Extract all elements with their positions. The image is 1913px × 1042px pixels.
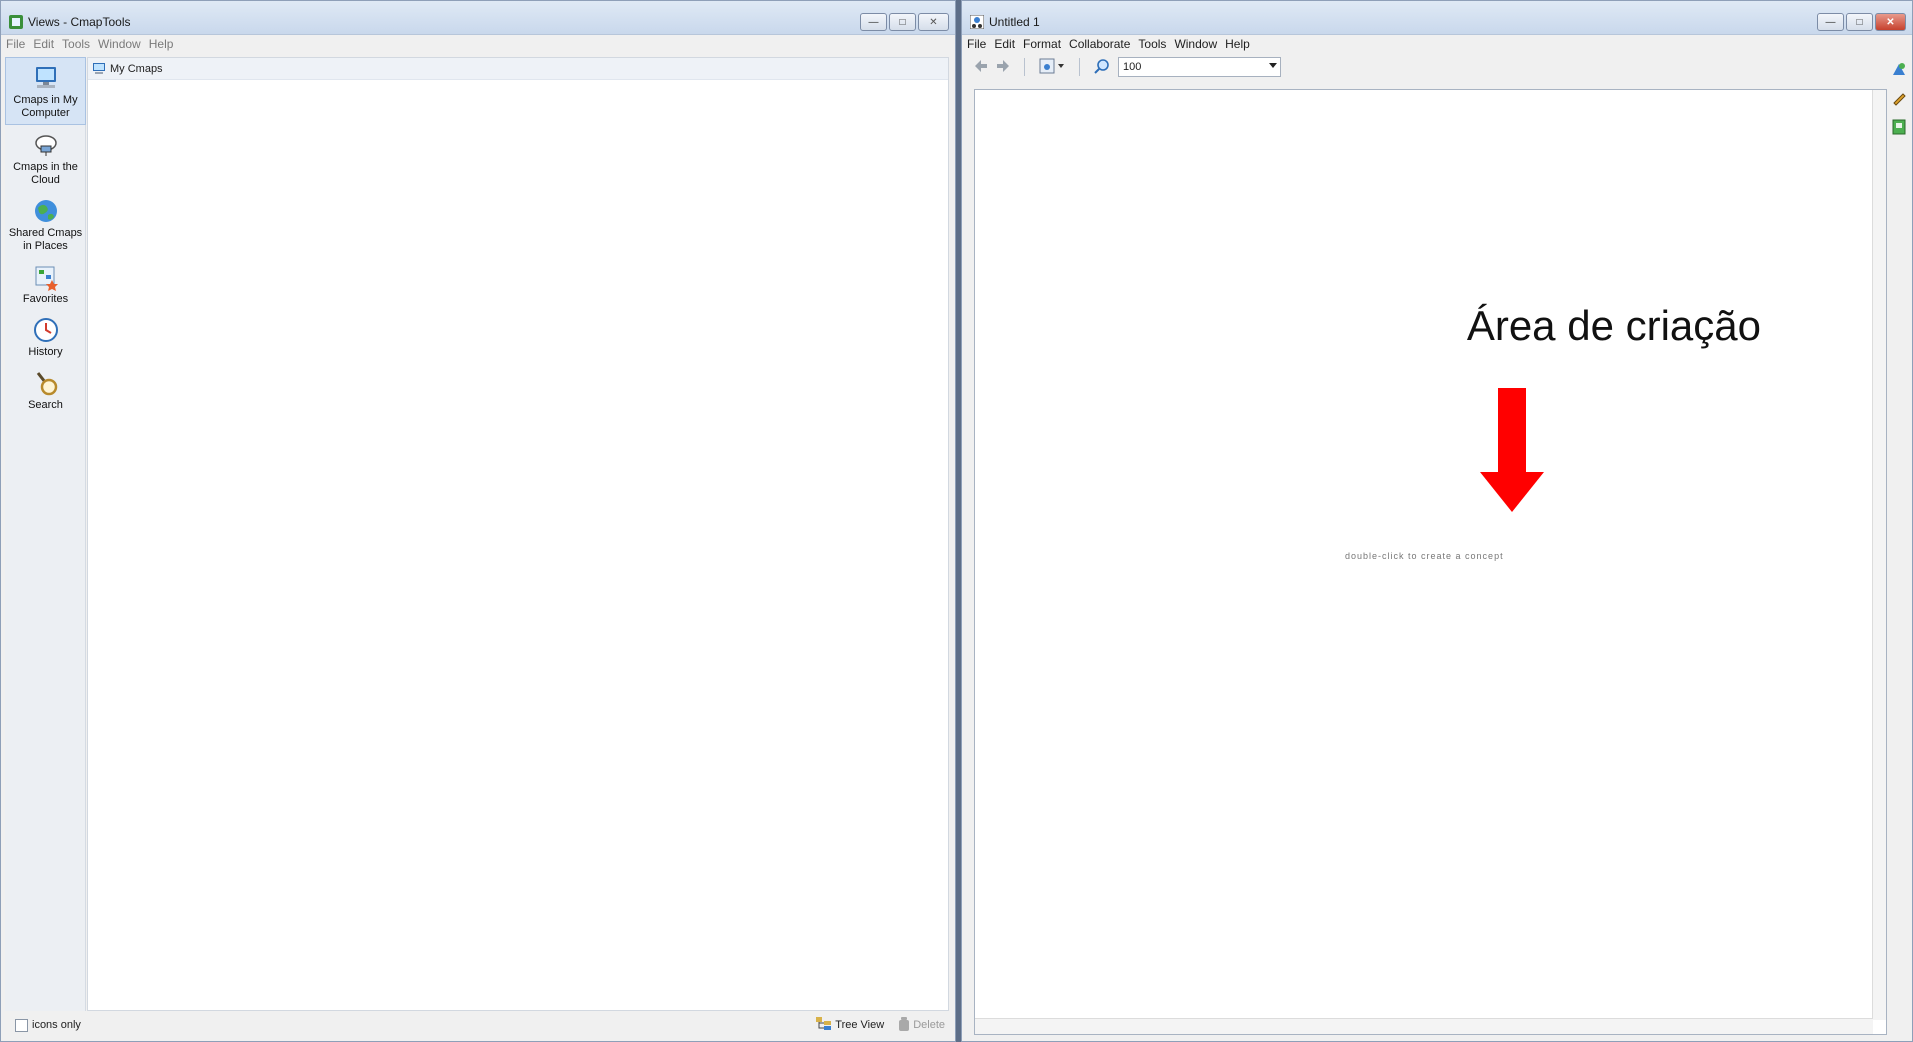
minimize-button[interactable]: — [1817,13,1844,31]
menu-tools[interactable]: Tools [62,37,90,51]
style-palette-icon[interactable] [1891,61,1907,80]
icons-only-label: icons only [32,1019,81,1031]
sidebar-item-cloud[interactable]: Cmaps in the Cloud [5,125,86,191]
menu-tools[interactable]: Tools [1138,37,1166,51]
right-side-tools [1890,61,1908,138]
pen-tool-icon[interactable] [1891,90,1907,109]
menu-file[interactable]: File [967,37,986,51]
sidebar-item-my-computer[interactable]: Cmaps in My Computer [5,57,86,125]
delete-button[interactable]: Delete [898,1016,945,1034]
folder-label: My Cmaps [110,62,163,75]
vertical-scrollbar[interactable] [1872,90,1886,1020]
views-menubar: File Edit Tools Window Help [1,35,955,53]
concept-map-canvas[interactable]: Área de criação double-click to create a… [974,89,1887,1035]
close-button[interactable]: ✕ [918,13,949,31]
window-title: Views - CmapTools [28,14,131,29]
back-arrow-icon[interactable] [974,59,988,76]
view-options-icon[interactable] [1039,58,1065,77]
horizontal-scrollbar[interactable] [975,1018,1873,1034]
cmap-document-icon [969,14,985,29]
trash-icon [898,1016,910,1034]
menu-format[interactable]: Format [1023,37,1061,51]
sidebar-item-shared-places[interactable]: Shared Cmaps in Places [5,191,86,257]
menu-help[interactable]: Help [149,37,174,51]
views-titlebar[interactable]: Views - CmapTools — □ ✕ [1,1,955,35]
sidebar-item-label: Cmaps in My Computer [13,94,78,119]
tree-view-icon [816,1016,832,1034]
cmaptools-app-icon [9,14,23,29]
menu-collaborate[interactable]: Collaborate [1069,37,1130,51]
computer-icon [92,62,106,75]
editor-menubar: File Edit Format Collaborate Tools Windo… [962,35,1912,53]
menu-window[interactable]: Window [1174,37,1217,51]
minimize-button[interactable]: — [860,13,887,31]
annotation-arrow [1480,388,1544,512]
zoom-icon[interactable] [1094,58,1110,77]
cmap-editor-window: Untitled 1 — □ ✕ File Edit Format Collab… [961,0,1913,1042]
chevron-down-icon [1269,63,1277,68]
editor-toolbar: 100 [962,53,1912,81]
toolbar-separator [1079,58,1080,76]
zoom-value: 100 [1123,61,1142,73]
menu-edit[interactable]: Edit [994,37,1015,51]
globe-icon [32,197,60,225]
forward-arrow-icon[interactable] [996,59,1010,76]
sidebar-item-label: Favorites [22,293,69,305]
tree-view-button[interactable]: Tree View [816,1016,885,1034]
views-sidebar: Cmaps in My Computer Cmaps in the Cloud … [5,57,86,1011]
close-button[interactable]: ✕ [1875,13,1906,31]
menu-window[interactable]: Window [98,37,141,51]
delete-label: Delete [913,1019,945,1031]
editor-titlebar[interactable]: Untitled 1 — □ ✕ [962,1,1912,35]
toolbar-separator [1024,58,1025,76]
annotation-title: Área de criação [1466,302,1761,349]
zoom-select[interactable]: 100 [1118,57,1281,77]
menu-help[interactable]: Help [1225,37,1250,51]
notebook-icon[interactable] [1891,119,1907,138]
cloud-icon [32,131,60,159]
sidebar-item-label: Search [28,399,63,411]
canvas-hint-text: double-click to create a concept [1345,551,1504,561]
tree-view-label: Tree View [835,1019,885,1031]
icons-only-checkbox[interactable] [15,1018,28,1032]
window-title: Untitled 1 [989,14,1040,29]
search-icon [32,369,60,397]
sidebar-item-search[interactable]: Search [5,363,86,416]
maximize-button[interactable]: □ [889,13,916,31]
views-footer: icons only Tree View Delete [5,1012,953,1038]
menu-edit[interactable]: Edit [33,37,54,51]
favorites-icon [32,263,60,291]
folder-row-my-cmaps[interactable]: My Cmaps [88,58,948,80]
views-window: Views - CmapTools — □ ✕ File Edit Tools … [0,0,956,1042]
sidebar-item-label: History [28,346,63,358]
maximize-button[interactable]: □ [1846,13,1873,31]
computer-icon [32,64,60,92]
sidebar-item-favorites[interactable]: Favorites [5,257,86,310]
sidebar-item-label: Cmaps in the Cloud [13,161,78,186]
cmaps-list-panel[interactable]: My Cmaps [87,57,949,1011]
sidebar-item-label: Shared Cmaps in Places [8,227,83,252]
menu-file[interactable]: File [6,37,25,51]
history-icon [32,316,60,344]
sidebar-item-history[interactable]: History [5,310,86,363]
